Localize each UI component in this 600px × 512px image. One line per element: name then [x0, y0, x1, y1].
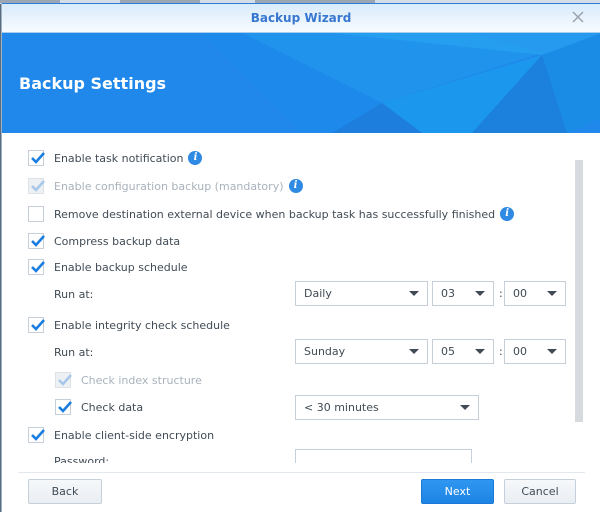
info-icon[interactable]: i: [500, 207, 515, 221]
integrity-day-value: Sunday: [304, 345, 346, 358]
dropdown-arrow-icon: [409, 291, 419, 296]
integrity-run-at-row: Run at:: [54, 346, 93, 359]
check-index-checkbox: [55, 372, 72, 388]
dropdown-arrow-icon: [547, 291, 557, 296]
integrity-day-select[interactable]: Sunday: [295, 339, 428, 364]
password-row: Password:: [54, 455, 109, 463]
dropdown-arrow-icon: [409, 349, 419, 354]
check-data-duration-select[interactable]: < 30 minutes: [295, 395, 479, 420]
backup-frequency-select[interactable]: Daily: [295, 281, 428, 306]
backup-wizard-dialog: Backup Wizard Backup Settings Enable tas…: [1, 3, 600, 512]
dialog-title: Backup Wizard: [250, 11, 352, 25]
close-icon: [572, 11, 584, 23]
dropdown-arrow-icon: [460, 405, 470, 410]
footer-divider: [18, 472, 585, 473]
encryption-checkbox[interactable]: [28, 427, 45, 443]
info-icon[interactable]: i: [288, 179, 303, 193]
option-integrity-schedule: Enable integrity check schedule: [28, 317, 230, 333]
dropdown-arrow-icon: [547, 349, 557, 354]
integrity-schedule-label: Enable integrity check schedule: [54, 318, 230, 332]
config-backup-checkbox: [28, 178, 45, 194]
option-task-notification: Enable task notification i: [28, 150, 203, 166]
option-check-index: Check index structure: [55, 372, 202, 388]
integrity-run-at-label: Run at:: [54, 346, 94, 359]
check-data-duration-value: < 30 minutes: [304, 401, 379, 414]
checkmark-icon: [58, 374, 72, 386]
checkmark-icon: [58, 401, 72, 413]
backup-frequency-value: Daily: [304, 287, 332, 300]
option-encryption: Enable client-side encryption: [28, 427, 214, 443]
check-data-label: Check data: [81, 400, 144, 414]
remove-external-checkbox[interactable]: [28, 206, 44, 222]
checkmark-icon: [31, 319, 45, 331]
info-icon[interactable]: i: [188, 151, 203, 165]
backup-schedule-label: Enable backup schedule: [54, 260, 188, 274]
task-notification-checkbox[interactable]: [28, 150, 45, 166]
integrity-hour-value: 05: [441, 345, 455, 358]
option-config-backup: Enable configuration backup (mandatory) …: [28, 178, 303, 194]
option-compress: Compress backup data: [28, 233, 180, 249]
cancel-button[interactable]: Cancel: [504, 479, 576, 504]
backup-schedule-checkbox[interactable]: [28, 259, 45, 275]
close-button[interactable]: [570, 9, 586, 25]
backup-minute-select[interactable]: 00: [504, 281, 566, 306]
config-backup-label: Enable configuration backup (mandatory): [54, 179, 284, 193]
check-data-checkbox[interactable]: [55, 399, 72, 415]
password-label: Password:: [54, 455, 110, 463]
checkmark-icon: [31, 261, 45, 273]
checkmark-icon: [31, 429, 45, 441]
backup-hour-value: 03: [441, 287, 455, 300]
backup-minute-value: 00: [513, 287, 527, 300]
encryption-label: Enable client-side encryption: [54, 428, 215, 442]
time-separator: :: [499, 287, 503, 300]
remove-external-label: Remove destination external device when …: [54, 207, 496, 221]
title-bar: Backup Wizard: [2, 3, 600, 33]
time-separator: :: [499, 345, 503, 358]
backup-hour-select[interactable]: 03: [432, 281, 494, 306]
option-check-data: Check data: [55, 399, 143, 415]
page-heading: Backup Settings: [19, 74, 167, 93]
next-button[interactable]: Next: [421, 479, 494, 504]
backup-run-at-label: Run at:: [54, 288, 94, 301]
header-banner: Backup Settings: [2, 33, 600, 133]
checkmark-icon: [31, 180, 45, 192]
content-scrollbar[interactable]: [575, 160, 583, 422]
checkmark-icon: [31, 235, 45, 247]
integrity-minute-value: 00: [513, 345, 527, 358]
integrity-hour-select[interactable]: 05: [432, 339, 494, 364]
integrity-minute-select[interactable]: 00: [504, 339, 566, 364]
compress-label: Compress backup data: [54, 234, 181, 248]
backup-run-at-row: Run at:: [54, 288, 93, 301]
dropdown-arrow-icon: [475, 291, 485, 296]
integrity-schedule-checkbox[interactable]: [28, 317, 45, 333]
task-notification-label: Enable task notification: [54, 151, 184, 165]
checkmark-icon: [31, 152, 45, 164]
check-index-label: Check index structure: [81, 373, 202, 387]
option-backup-schedule: Enable backup schedule: [28, 259, 188, 275]
password-input[interactable]: [295, 449, 472, 463]
option-remove-external: Remove destination external device when …: [28, 206, 515, 222]
compress-checkbox[interactable]: [28, 233, 45, 249]
back-button[interactable]: Back: [28, 479, 102, 504]
settings-form: Enable task notification i Enable config…: [2, 133, 600, 463]
dropdown-arrow-icon: [475, 349, 485, 354]
